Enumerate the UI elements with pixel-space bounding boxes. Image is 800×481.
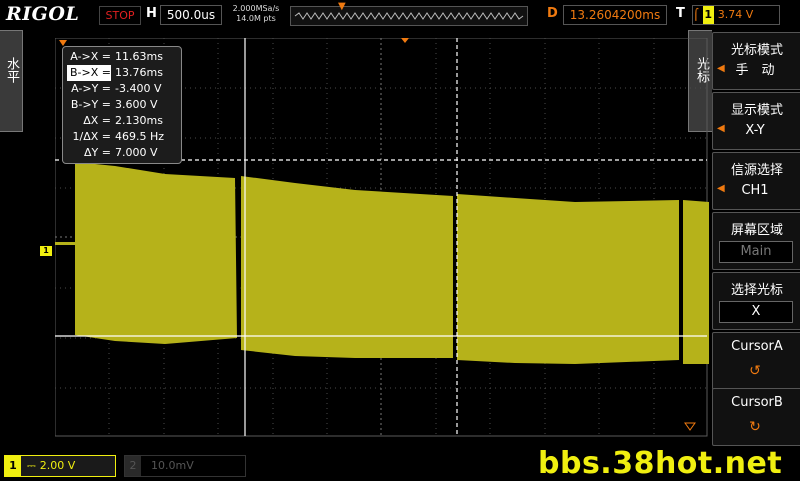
memory-wave-icon: [294, 12, 524, 20]
delay-value[interactable]: 13.2604200ms: [563, 5, 667, 25]
horizontal-tab[interactable]: 水平: [0, 30, 23, 132]
ch1-number: 1: [5, 456, 21, 476]
ch2-scale: 10.0mV: [151, 459, 194, 472]
readout-row: ΔY = 7.000 V: [84, 146, 158, 159]
brand-logo: RIGOL: [6, 3, 80, 25]
trigger-position-icon: ▼: [338, 1, 346, 12]
ch1-waveform: [55, 162, 709, 364]
readout-row: A->X = 11.63ms: [70, 50, 163, 63]
ch1-level-marker[interactable]: 1: [40, 246, 52, 256]
dc-coupling-icon: ⎓: [27, 459, 36, 472]
status-bar: RIGOL STOP H 500.0us 2.000MSa/s 14.0M pt…: [0, 0, 800, 30]
timebase-value[interactable]: 500.0us: [160, 5, 222, 25]
sample-info: 2.000MSa/s 14.0M pts: [228, 4, 284, 24]
cursor-menu: 光标模式 ◀ 手 动 显示模式 ◀ X-Y 信源选择 ◀ CH1 屏幕区域 Ma…: [712, 30, 800, 446]
horizontal-tab-label: 水平: [4, 57, 19, 83]
menu-cursor-b[interactable]: CursorB ↻: [712, 388, 800, 446]
menu-cursor-a[interactable]: CursorA ↺: [712, 332, 800, 390]
readout-row: B->X = 13.76ms: [67, 65, 163, 81]
menu-source[interactable]: 信源选择 ◀ CH1: [712, 152, 800, 210]
ch1-scale: 2.00 V: [39, 459, 76, 472]
readout-row: B->Y = 3.600 V: [70, 98, 158, 111]
menu-display-mode[interactable]: 显示模式 ◀ X-Y: [712, 92, 800, 150]
readout-row: A->Y = -3.400 V: [71, 82, 162, 95]
ch2-settings[interactable]: 2 10.0mV: [124, 455, 246, 477]
memory-map: [290, 6, 528, 26]
knob-icon: ↻: [749, 419, 761, 435]
ch1-settings[interactable]: 1 ⎓ 2.00 V: [4, 455, 116, 477]
readout-row: ΔX = 2.130ms: [83, 114, 163, 127]
delay-label: D: [547, 6, 558, 21]
menu-select-cursor[interactable]: 选择光标 X: [712, 272, 800, 330]
menu-cursor-mode[interactable]: 光标模式 ◀ 手 动: [712, 32, 800, 90]
menu-screen-region[interactable]: 屏幕区域 Main: [712, 212, 800, 270]
knob-icon: ↺: [749, 363, 761, 379]
trigger-label: T: [676, 6, 685, 21]
run-stop-indicator[interactable]: STOP: [99, 6, 141, 25]
trigger-info[interactable]: ⌠ 1 3.74 V: [692, 5, 780, 25]
memory-depth: 14.0M pts: [236, 14, 276, 23]
rising-edge-icon: ⌠: [693, 8, 699, 21]
sample-rate: 2.000MSa/s: [232, 4, 280, 13]
horizontal-label: H: [146, 6, 157, 21]
trigger-level: 3.74 V: [717, 8, 754, 21]
trigger-channel: 1: [702, 6, 714, 24]
readout-row: 1/ΔX = 469.5 Hz: [72, 130, 165, 143]
cursor-readout-panel: A->X = 11.63ms B->X = 13.76ms A->Y = -3.400…: [62, 46, 182, 164]
watermark: bbs.38hot.net: [538, 446, 783, 481]
ch2-number: 2: [125, 456, 141, 476]
